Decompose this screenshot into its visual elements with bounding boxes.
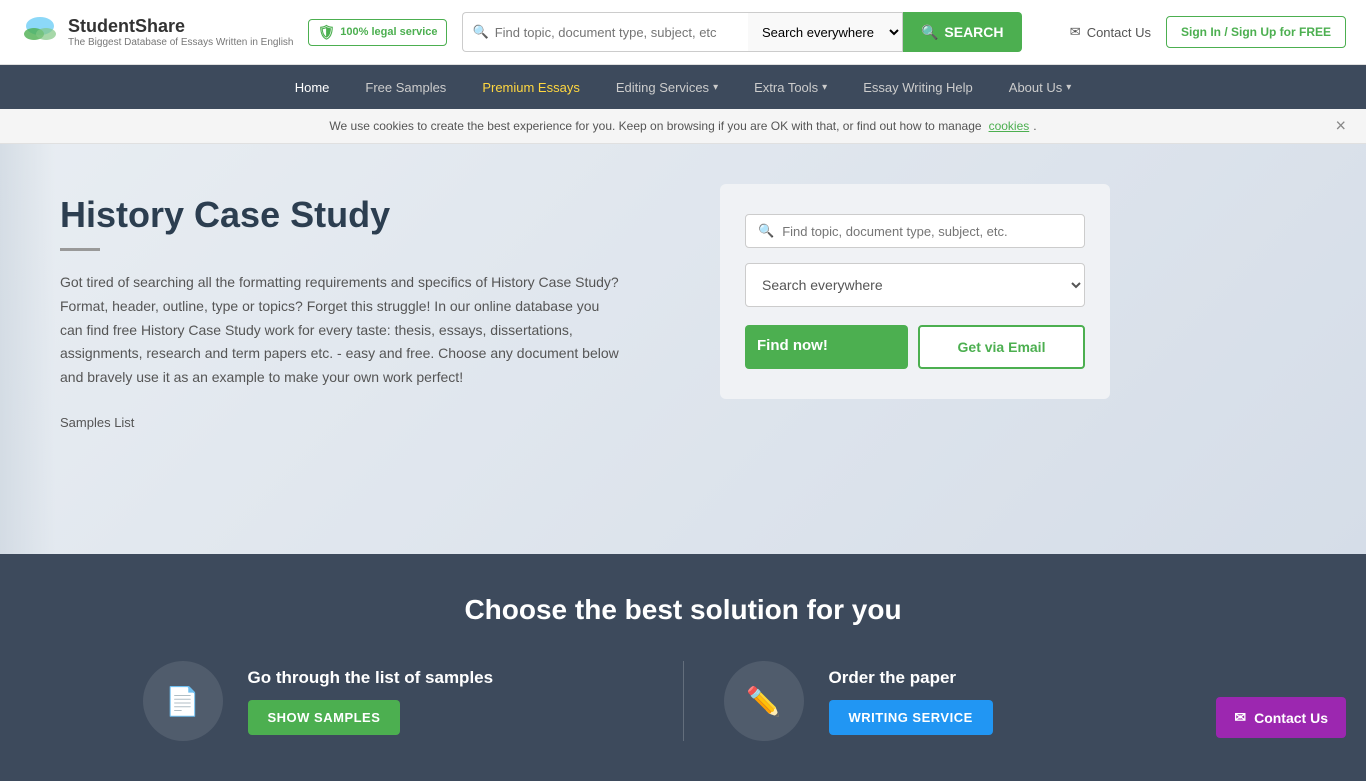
- choose-card-order-text: Order the paper WRITING SERVICE: [829, 668, 993, 735]
- choose-card-order: ✏️ Order the paper WRITING SERVICE: [724, 661, 1224, 741]
- legal-badge-text: 100% legal service: [340, 26, 437, 38]
- contact-link[interactable]: ✉ Contact Us: [1070, 24, 1151, 40]
- choose-card-samples-title: Go through the list of samples: [248, 668, 494, 688]
- envelope-icon: ✉: [1070, 24, 1081, 40]
- nav-extra-tools-label: Extra Tools: [754, 80, 818, 95]
- nav-item-essay-writing-help[interactable]: Essay Writing Help: [845, 65, 991, 109]
- nav-item-editing-services[interactable]: Editing Services ▾: [598, 65, 736, 109]
- hero-left: History Case Study Got tired of searchin…: [60, 184, 680, 430]
- cookies-link-label: cookies: [989, 119, 1030, 133]
- nav-editing-services-label: Editing Services: [616, 80, 709, 95]
- contact-float-icon: ✉: [1234, 709, 1246, 726]
- choose-card-samples-text: Go through the list of samples SHOW SAMP…: [248, 668, 494, 735]
- hero-search-card: 🔍 Search everywhereEssaysResearch Papers…: [720, 184, 1110, 399]
- card-scope-select[interactable]: Search everywhereEssaysResearch PapersDi…: [745, 263, 1085, 307]
- show-samples-button[interactable]: SHOW SAMPLES: [248, 700, 401, 735]
- nav-home-label: Home: [295, 80, 330, 95]
- choose-cards-divider: [683, 661, 684, 741]
- nav-item-home[interactable]: Home: [277, 65, 348, 109]
- main-nav: Home Free Samples Premium Essays Editing…: [0, 65, 1366, 109]
- samples-icon-circle: 📄: [143, 661, 223, 741]
- nav-item-free-samples[interactable]: Free Samples: [347, 65, 464, 109]
- nav-premium-essays-label: Premium Essays: [482, 80, 580, 95]
- choose-cards: 📄 Go through the list of samples SHOW SA…: [60, 661, 1306, 741]
- choose-section: Choose the best solution for you 📄 Go th…: [0, 554, 1366, 781]
- extra-tools-chevron-icon: ▾: [822, 82, 827, 93]
- hero-bg-decoration: [0, 144, 55, 554]
- nav-essay-writing-help-label: Essay Writing Help: [863, 80, 973, 95]
- samples-list-link[interactable]: Samples List: [60, 415, 680, 430]
- logo-title: StudentShare: [68, 16, 185, 36]
- search-button[interactable]: 🔍 SEARCH: [903, 12, 1022, 52]
- header: StudentShare The Biggest Database of Ess…: [0, 0, 1366, 65]
- order-icon-circle: ✏️: [724, 661, 804, 741]
- header-search-area: 🔍 Search everywhereEssaysResearch Papers…: [462, 12, 1022, 52]
- hero-description: Got tired of searching all the formattin…: [60, 271, 620, 390]
- nav-item-extra-tools[interactable]: Extra Tools ▾: [736, 65, 845, 109]
- editing-services-chevron-icon: ▾: [713, 82, 718, 93]
- card-search-icon: 🔍: [758, 223, 774, 239]
- nav-free-samples-label: Free Samples: [365, 80, 446, 95]
- logo-text: StudentShare The Biggest Database of Ess…: [68, 16, 293, 48]
- contact-float-label: Contact Us: [1254, 710, 1328, 726]
- card-search-input-wrap: 🔍: [745, 214, 1085, 248]
- order-icon: ✏️: [746, 685, 781, 718]
- contact-label: Contact Us: [1087, 25, 1151, 40]
- nav-about-us-label: About Us: [1009, 80, 1062, 95]
- search-btn-label: SEARCH: [944, 24, 1003, 40]
- card-buttons: Find now! Get via Email: [745, 325, 1085, 369]
- shield-icon: 🛡: [317, 24, 335, 41]
- samples-icon: 📄: [165, 685, 200, 718]
- choose-section-title: Choose the best solution for you: [60, 594, 1306, 626]
- legal-badge: 🛡 100% legal service: [308, 19, 446, 46]
- get-via-email-button[interactable]: Get via Email: [918, 325, 1085, 369]
- signup-button[interactable]: Sign In / Sign Up for FREE: [1166, 16, 1346, 48]
- nav-item-about-us[interactable]: About Us ▾: [991, 65, 1090, 109]
- cookie-text: We use cookies to create the best experi…: [329, 119, 981, 133]
- cookie-bar: We use cookies to create the best experi…: [0, 109, 1366, 144]
- search-btn-icon: 🔍: [921, 24, 938, 41]
- about-us-chevron-icon: ▾: [1066, 82, 1071, 93]
- logo-subtitle: The Biggest Database of Essays Written i…: [68, 37, 293, 48]
- contact-float-button[interactable]: ✉ Contact Us: [1216, 697, 1346, 738]
- nav-item-premium-essays[interactable]: Premium Essays: [464, 65, 598, 109]
- card-search-input[interactable]: [782, 224, 1072, 239]
- logo-area: StudentShare The Biggest Database of Ess…: [20, 12, 293, 52]
- search-input[interactable]: [495, 25, 738, 40]
- writing-service-button[interactable]: WRITING SERVICE: [829, 700, 993, 735]
- choose-card-samples: 📄 Go through the list of samples SHOW SA…: [143, 661, 643, 741]
- search-scope-select[interactable]: Search everywhereEssaysResearch PapersDi…: [748, 12, 903, 52]
- page-title: History Case Study: [60, 194, 680, 236]
- find-now-button[interactable]: Find now!: [745, 325, 908, 369]
- choose-card-order-title: Order the paper: [829, 668, 993, 688]
- hero-section: History Case Study Got tired of searchin…: [0, 144, 1366, 554]
- logo-icon: [20, 12, 60, 52]
- hero-divider: [60, 248, 100, 251]
- cookies-link[interactable]: cookies: [989, 119, 1030, 133]
- cookie-close-button[interactable]: ×: [1335, 116, 1346, 137]
- search-icon: 🔍: [473, 24, 489, 40]
- header-right: ✉ Contact Us Sign In / Sign Up for FREE: [1070, 16, 1346, 48]
- header-search-input-wrap: 🔍: [462, 12, 748, 52]
